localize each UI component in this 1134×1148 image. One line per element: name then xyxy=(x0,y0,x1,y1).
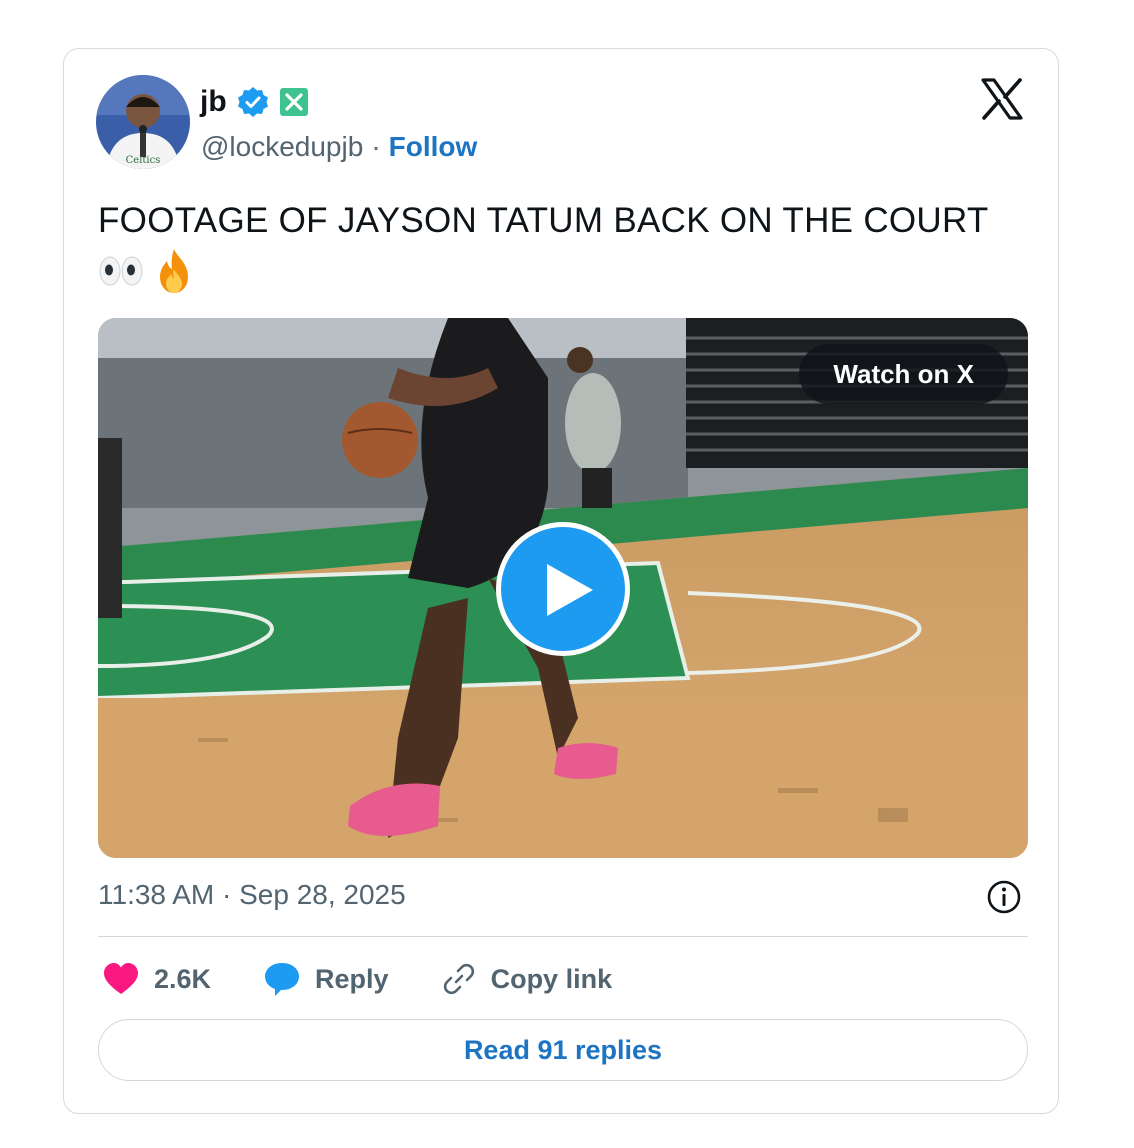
display-name[interactable]: jb xyxy=(200,85,227,119)
tweet-body: FOOTAGE OF JAYSON TATUM BACK ON THE COUR… xyxy=(98,201,989,240)
reply-label: Reply xyxy=(315,963,389,994)
tweet-emoji xyxy=(98,247,1028,295)
svg-text:Celtics: Celtics xyxy=(126,155,161,166)
handle-row: @lockedupjb · Follow xyxy=(201,131,477,163)
verified-badge-icon xyxy=(237,87,268,117)
read-replies-button[interactable]: Read 91 replies xyxy=(98,1019,1028,1081)
action-bar: 2.6K Reply Copy link xyxy=(102,957,664,1001)
avatar[interactable]: Celtics xyxy=(96,75,190,169)
tweet-timestamp[interactable]: 11:38 AM · Sep 28, 2025 xyxy=(98,879,406,911)
info-icon[interactable] xyxy=(986,879,1022,915)
reply-button[interactable]: Reply xyxy=(263,961,389,997)
separator: · xyxy=(371,131,381,162)
copy-link-button[interactable]: Copy link xyxy=(441,961,613,997)
tweet-text: FOOTAGE OF JAYSON TATUM BACK ON THE COUR… xyxy=(98,197,1028,295)
link-icon xyxy=(443,963,474,995)
handle[interactable]: @lockedupjb xyxy=(201,131,363,163)
like-button[interactable]: 2.6K xyxy=(102,962,211,996)
watch-on-x-button[interactable]: Watch on X xyxy=(799,344,1008,404)
copy-link-label: Copy link xyxy=(490,963,613,994)
follow-button[interactable]: Follow xyxy=(389,131,478,163)
video-player[interactable]: Watch on X xyxy=(98,318,1028,858)
heart-icon xyxy=(104,963,138,994)
fire-emoji-icon xyxy=(160,249,188,293)
affiliate-badge-icon xyxy=(279,88,308,116)
eyes-emoji-icon xyxy=(99,256,143,286)
like-count: 2.6K xyxy=(154,963,212,994)
author-name-row: jb xyxy=(200,85,309,119)
x-logo-icon[interactable] xyxy=(980,77,1024,121)
play-icon xyxy=(547,564,593,616)
divider xyxy=(98,936,1028,937)
reply-icon xyxy=(265,963,300,996)
tweet-card: Celtics jb @lockedupjb · Follow FOOTAGE … xyxy=(63,48,1059,1114)
avatar-image: Celtics xyxy=(96,75,190,169)
play-button[interactable] xyxy=(496,522,630,656)
